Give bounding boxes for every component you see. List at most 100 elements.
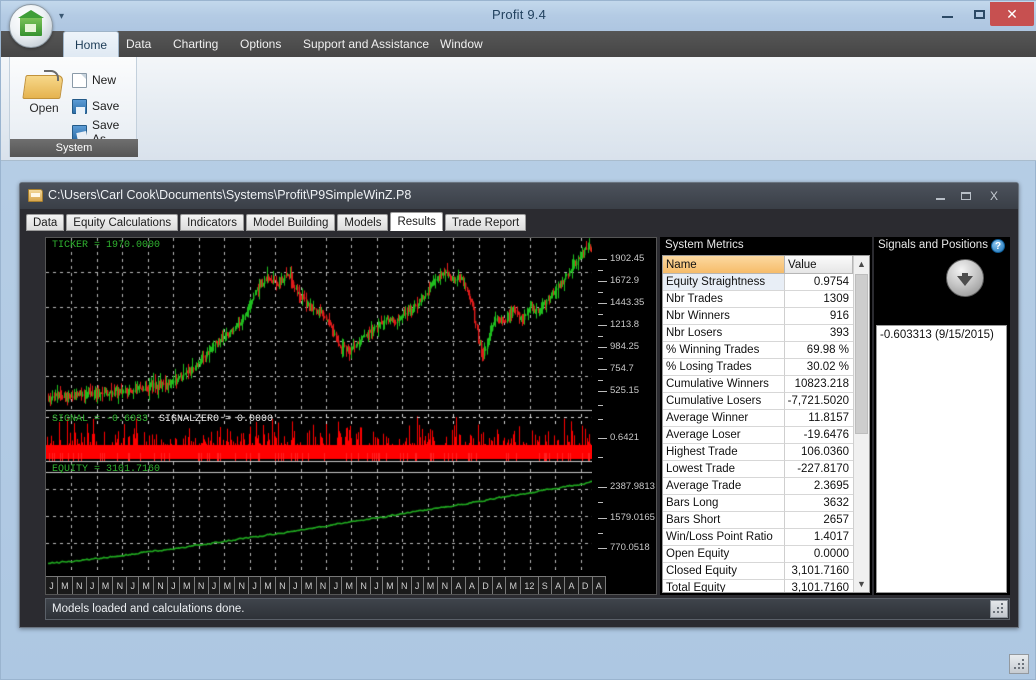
grip-dots (1014, 659, 1026, 671)
tab-trade-report[interactable]: Trade Report (444, 214, 527, 231)
table-row[interactable]: Highest Trade 106.0360 (663, 444, 869, 461)
chevron-up-icon[interactable]: ▲ (854, 256, 869, 272)
metric-value: 2657 (785, 512, 853, 529)
metric-value: 30.02 % (785, 359, 853, 376)
document-path-title: C:\Users\Carl Cook\Documents\Systems\Pro… (48, 188, 412, 202)
ribbon-tab-window[interactable]: Window (429, 31, 494, 57)
table-row[interactable]: Nbr Losers 393 (663, 325, 869, 342)
metrics-scrollbar[interactable]: ▲ ▼ (853, 256, 869, 592)
chart-canvas[interactable] (46, 238, 606, 570)
table-row[interactable]: % Losing Trades 30.02 % (663, 359, 869, 376)
chart-area[interactable]: TICKER = 1970.0000 SIGNAL = -0.6033 SIGN… (45, 237, 657, 595)
document-window: C:\Users\Carl Cook\Documents\Systems\Pro… (19, 182, 1019, 628)
table-row[interactable]: Closed Equity 3,101.7160 (663, 563, 869, 580)
table-row[interactable]: Average Loser -19.6476 (663, 427, 869, 444)
table-row[interactable]: Bars Long 3632 (663, 495, 869, 512)
ribbon-tab-support[interactable]: Support and Assistance (292, 31, 440, 57)
window-close-button[interactable]: ✕ (990, 2, 1034, 26)
down-arrow-icon[interactable] (946, 259, 984, 297)
metric-value: -227.8170 (785, 461, 853, 478)
metric-name: Open Equity (663, 546, 785, 563)
new-document-icon (72, 72, 87, 88)
ribbon-tab-options[interactable]: Options (229, 31, 292, 57)
metric-value: 69.98 % (785, 342, 853, 359)
document-title-bar: C:\Users\Carl Cook\Documents\Systems\Pro… (20, 183, 1018, 209)
new-button[interactable]: New (72, 68, 134, 92)
metric-name: % Winning Trades (663, 342, 785, 359)
ribbon-group-system: Open New Save Save As... System (9, 57, 138, 157)
column-header-name[interactable]: Name (663, 256, 785, 274)
table-row[interactable]: Nbr Trades 1309 (663, 291, 869, 308)
table-row[interactable]: Nbr Winners 916 (663, 308, 869, 325)
help-icon[interactable]: ? (991, 239, 1005, 253)
metric-name: Lowest Trade (663, 461, 785, 478)
window-resize-grip[interactable] (1009, 654, 1029, 674)
x-tick-label: M (99, 577, 114, 594)
window-minimize-button[interactable] (932, 3, 963, 25)
column-header-value[interactable]: Value (785, 256, 853, 274)
x-tick-label: M (58, 577, 73, 594)
table-row[interactable]: Cumulative Losers -7,721.5020 (663, 393, 869, 410)
document-maximize-button[interactable] (954, 186, 978, 205)
chevron-down-icon[interactable]: ▾ (59, 11, 64, 22)
x-tick-label: N (398, 577, 412, 594)
ribbon-tab-data[interactable]: Data (115, 31, 162, 57)
metric-value: 0.9754 (785, 274, 853, 291)
x-tick-label: A (593, 577, 606, 594)
document-resize-grip[interactable] (990, 600, 1008, 618)
table-row[interactable]: Average Winner 11.8157 (663, 410, 869, 427)
tab-equity-calculations[interactable]: Equity Calculations (66, 214, 179, 231)
x-tick-label: J (87, 577, 99, 594)
table-row[interactable]: Total Equity 3,101.7160 (663, 580, 869, 592)
status-message: Models loaded and calculations done. (52, 603, 245, 615)
metric-value: 0.0000 (785, 546, 853, 563)
table-row[interactable]: Bars Short 2657 (663, 512, 869, 529)
signals-and-positions-panel: Signals and Positions ? -0.603313 (9/15/… (874, 237, 1010, 595)
table-row[interactable]: Win/Loss Point Ratio 1.4017 (663, 529, 869, 546)
metric-value: -19.6476 (785, 427, 853, 444)
system-metrics-grid[interactable]: Name Value Equity Straightness 0.9754 Nbr … (662, 255, 870, 593)
tab-models[interactable]: Models (337, 214, 389, 231)
tab-data[interactable]: Data (26, 214, 65, 231)
chevron-down-icon[interactable]: ▼ (854, 576, 869, 592)
document-close-button[interactable]: X (982, 186, 1006, 205)
y-tick-label: 2387.9813 (610, 481, 655, 492)
y-tick-label: 0.6421 (610, 432, 640, 443)
metric-value: 3,101.7160 (785, 563, 853, 580)
ribbon-tab-charting[interactable]: Charting (162, 31, 229, 57)
ribbon-tab-home[interactable]: Home (63, 31, 120, 57)
y-tick-label: 770.0518 (610, 542, 650, 553)
tab-indicators[interactable]: Indicators (180, 214, 244, 231)
equity-panel-label: EQUITY = 3101.7160 (52, 464, 161, 475)
table-row[interactable]: Open Equity 0.0000 (663, 546, 869, 563)
open-button[interactable]: Open (18, 67, 70, 133)
signals-list[interactable]: -0.603313 (9/15/2015) (876, 325, 1007, 593)
metric-name: Win/Loss Point Ratio (663, 529, 785, 546)
save-button[interactable]: Save (72, 94, 134, 118)
table-row[interactable]: Cumulative Winners 10823.218 (663, 376, 869, 393)
list-item[interactable]: -0.603313 (9/15/2015) (877, 326, 1006, 341)
x-tick-label: J (127, 577, 140, 594)
tab-results[interactable]: Results (390, 212, 443, 231)
metric-name: Bars Short (663, 512, 785, 529)
metric-value: 916 (785, 308, 853, 325)
x-tick-label: J (371, 577, 383, 594)
document-minimize-button[interactable] (928, 186, 952, 205)
metric-name: Highest Trade (663, 444, 785, 461)
table-row[interactable]: Average Trade 2.3695 (663, 478, 869, 495)
save-as-icon (72, 124, 87, 140)
x-tick-label: D (579, 577, 593, 594)
table-row[interactable]: Equity Straightness 0.9754 (663, 274, 869, 291)
metric-value: 1.4017 (785, 529, 853, 546)
table-row[interactable]: % Winning Trades 69.98 % (663, 342, 869, 359)
x-tick-label: J (290, 577, 302, 594)
application-orb-button[interactable] (9, 4, 53, 48)
scrollbar-thumb[interactable] (855, 274, 868, 434)
y-tick-label: 1443.35 (610, 297, 645, 308)
tab-model-building[interactable]: Model Building (245, 214, 336, 231)
x-tick-label: N (357, 577, 371, 594)
metric-name: Cumulative Losers (663, 393, 785, 410)
x-tick-label: J (412, 577, 424, 594)
metric-name: Nbr Losers (663, 325, 785, 342)
table-row[interactable]: Lowest Trade -227.8170 (663, 461, 869, 478)
